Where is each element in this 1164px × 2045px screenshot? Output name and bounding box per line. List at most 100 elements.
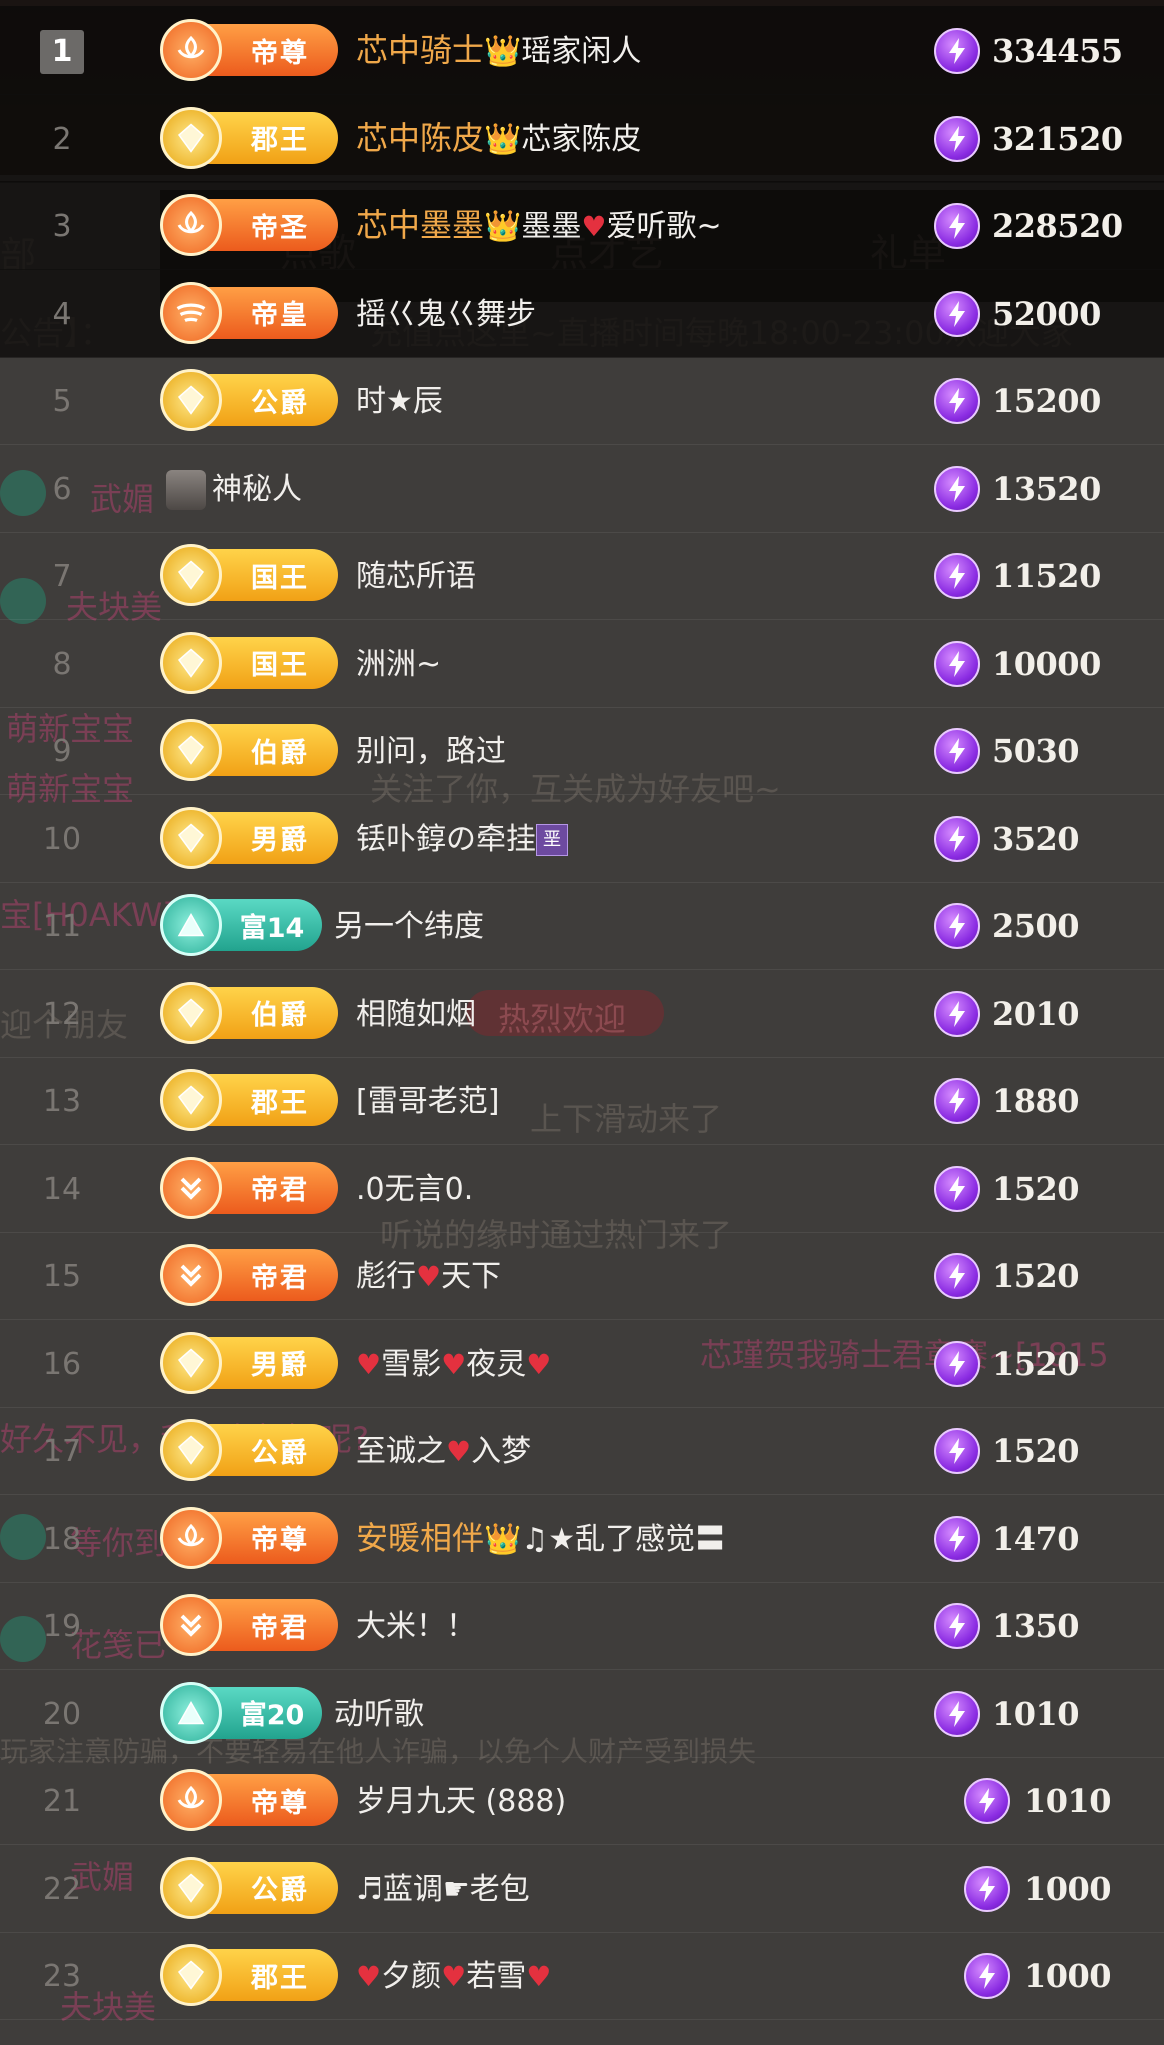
crown-icon: 👑 [484,121,522,157]
nickname-text: 入梦 [471,1434,532,1469]
lightning-coin-icon [964,1865,1010,1912]
user-nickname[interactable]: [雷哥老范] [356,1076,499,1124]
nickname-text: 神秘人 [212,471,302,507]
gem-emblem-icon [160,544,222,606]
rank-number: 23 [42,1959,82,1994]
user-nickname[interactable]: 大米！！ [356,1601,476,1649]
user-nickname[interactable]: 至诚之♥入梦 [356,1426,531,1474]
leaderboard-row[interactable]: 13 郡王 [雷哥老范] 1880 [0,1056,1164,1145]
heart-icon: ♥ [581,210,607,243]
user-nickname[interactable]: 安暖相伴👑♫★乱了感觉〓 [356,1514,725,1562]
gem-emblem-icon [160,631,222,694]
user-nickname[interactable]: 别问，路过 [356,726,506,774]
noble-badge-title: 帝圣 [251,212,309,244]
user-nickname[interactable]: 芯中骑士👑瑶家闲人 [356,26,641,74]
user-nickname[interactable]: 摇巜鬼巜舞步 [356,289,536,337]
leaderboard-row[interactable]: 14 帝君 .0无言0. 1520 [0,1144,1164,1233]
user-nickname[interactable]: 铥卟錞の牵挂垩 [356,814,568,862]
user-nickname[interactable]: 彪行♥天下 [356,1251,501,1299]
leaderboard-row[interactable]: 23 郡王 ♥夕颜♥若雪♥ 1000 [0,1931,1164,2020]
contribution-amount: 1350 [992,1607,1080,1645]
user-nickname[interactable]: 另一个纬度 [334,901,484,949]
noble-fan-name: 芯中陈皮 [356,118,485,157]
user-nickname[interactable]: ♬蓝调☛老包 [356,1864,530,1912]
wing-emblem-icon [160,281,222,344]
user-nickname[interactable]: ♥雪影♥夜灵♥ [356,1339,551,1387]
user-nickname[interactable]: 芯中墨墨👑墨墨♥爱听歌~ [356,201,722,249]
rank-number: 6 [52,471,72,507]
noble-badge: 男爵 [160,1331,338,1394]
noble-fan-name: 芯中墨墨 [356,206,485,244]
nickname-text: 彪行 [356,1259,416,1294]
noble-badge-title: 公爵 [251,1875,309,1906]
gem-emblem-icon [160,1069,222,1131]
leaderboard-row[interactable]: 22 公爵 ♬蓝调☛老包 1000 [0,1844,1164,1933]
leaderboard-row[interactable]: 10 男爵 铥卟錞の牵挂垩 3520 [0,794,1164,883]
contribution-amount: 1010 [1024,1782,1112,1820]
gem-emblem-icon [160,719,222,781]
gem-emblem-icon [160,1331,222,1394]
crown-icon: 👑 [484,209,522,244]
nickname-text: 天下 [441,1259,502,1294]
user-nickname[interactable]: 时★辰 [356,376,443,424]
leaderboard-row[interactable]: 2 郡王 芯中陈皮👑芯家陈皮 321520 [0,93,1164,183]
lightning-coin-icon [934,115,980,162]
contribution-amount: 2500 [992,907,1080,945]
user-nickname[interactable]: 神秘人 [166,464,302,512]
nickname-text: 洲洲~ [356,646,442,682]
contribution-amount: 52000 [992,294,1101,333]
noble-badge: 帝尊 [160,1769,338,1831]
user-nickname[interactable]: 洲洲~ [356,639,441,687]
lotus-emblem-icon [160,194,222,256]
contribution-amount: 228520 [992,207,1123,245]
noble-badge: 郡王 [160,1069,338,1131]
noble-badge: 富14 [160,894,322,956]
rank-number: 14 [42,1171,82,1207]
user-nickname[interactable]: .0无言0. [356,1164,473,1212]
leaderboard-row[interactable]: 5 公爵 时★辰 15200 [0,356,1164,445]
leaderboard-row[interactable]: 17 公爵 至诚之♥入梦 1520 [0,1406,1164,1495]
leaderboard-row[interactable]: 18 帝尊 安暖相伴👑♫★乱了感觉〓 1470 [0,1494,1164,1583]
rank-number: 19 [42,1609,82,1644]
leaderboard-row[interactable]: 6 神秘人 13520 [0,444,1164,533]
lightning-coin-icon [934,1428,980,1474]
leaderboard-row[interactable]: 16 男爵 ♥雪影♥夜灵♥ 1520 [0,1319,1164,1408]
user-nickname[interactable]: 动听歌 [334,1689,424,1737]
leaderboard-row[interactable]: 11 富14 另一个纬度 2500 [0,881,1164,970]
leaderboard-row[interactable]: 8 国王 洲洲~ 10000 [0,619,1164,708]
user-nickname[interactable]: ♥夕颜♥若雪♥ [356,1951,551,1999]
lightning-coin-icon [934,1078,980,1124]
leaderboard-row[interactable]: 19 帝君 大米！！ 1350 [0,1581,1164,1670]
rank-number: 17 [42,1434,82,1469]
leaderboard-row[interactable]: 12 伯爵 相随如烟 2010 [0,969,1164,1058]
noble-badge: 伯爵 [160,981,338,1044]
user-nickname[interactable]: 相随如烟 [356,989,476,1037]
noble-fan-name: 芯中骑士 [356,31,485,69]
leaderboard-row[interactable]: 7 国王 随芯所语 11520 [0,531,1164,620]
heart-icon: ♥ [446,1435,472,1468]
leaderboard-row[interactable]: 21 帝尊 岁月九天 (888) 1010 [0,1756,1164,1845]
leaderboard-row[interactable]: 9 伯爵 别问，路过 5030 [0,706,1164,795]
contribution-amount: 334455 [992,32,1123,70]
contribution-leaderboard: 1 帝尊 芯中骑士👑瑶家闲人 334455 2 郡王 芯中陈皮👑芯家陈皮 321520 3 帝圣芯… [0,0,1164,2045]
noble-badge-title: 伯爵 [251,1000,309,1031]
chevron-emblem-icon [160,1156,222,1219]
contribution-amount: 11520 [992,557,1101,595]
noble-badge-title: 男爵 [251,825,309,856]
rank-number: 2 [52,121,72,157]
leaderboard-row[interactable]: 15 帝君 彪行♥天下 1520 [0,1231,1164,1320]
lightning-coin-icon [934,1165,980,1212]
rank-number: 12 [42,996,82,1032]
heart-icon: ♥ [526,1347,552,1381]
crown-icon: 👑 [484,1521,522,1557]
leaderboard-row[interactable]: 20 富20 动听歌 1010 [0,1669,1164,1758]
user-nickname[interactable]: 岁月九天 (888) [356,1776,566,1824]
leaderboard-row[interactable]: 4 帝皇 摇巜鬼巜舞步 52000 [0,268,1164,358]
noble-badge-title: 郡王 [251,125,309,156]
leaderboard-row[interactable]: 1 帝尊 芯中骑士👑瑶家闲人 334455 [0,6,1164,95]
leaderboard-row[interactable]: 3 帝圣 芯中墨墨👑墨墨♥爱听歌~ 228520 [0,181,1164,270]
user-nickname[interactable]: 芯中陈皮👑芯家陈皮 [356,114,641,162]
lightning-coin-icon [934,1253,980,1299]
user-nickname[interactable]: 随芯所语 [356,551,476,599]
triangle-emblem-icon [160,894,222,956]
